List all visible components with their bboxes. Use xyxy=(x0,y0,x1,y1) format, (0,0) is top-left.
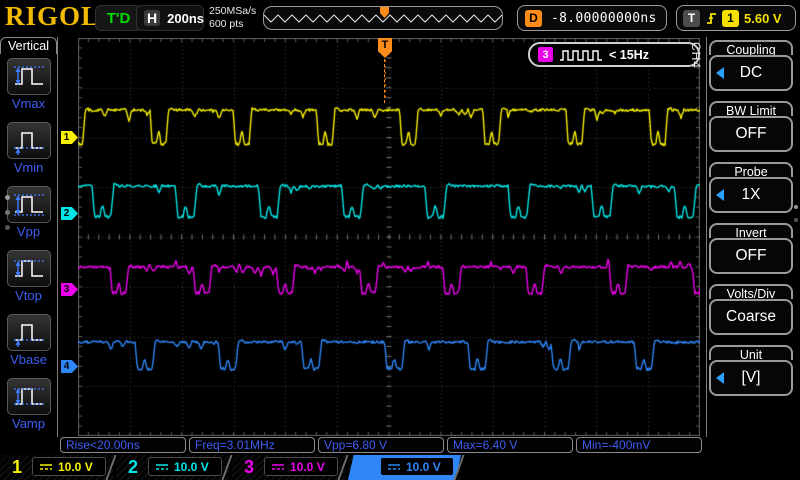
measurement-readout: Max=6.40 V xyxy=(447,437,573,453)
sidebar-divider xyxy=(57,37,58,437)
menu-item-invert[interactable]: Invert OFF xyxy=(709,223,793,274)
dc-coupling-icon xyxy=(271,463,285,471)
square-wave-icon xyxy=(559,49,603,61)
page-indicator-dot xyxy=(794,205,798,209)
menu-item-probe[interactable]: Probe 1X xyxy=(709,162,793,213)
memory-depth: 600 pts xyxy=(209,18,256,31)
vmax-icon xyxy=(12,62,46,92)
sidebar-item-vtop[interactable]: Vtop xyxy=(0,250,57,303)
timebase-value: 200ns xyxy=(167,11,204,26)
channel-menu: Coupling DC BW Limit OFF Probe 1X Invert… xyxy=(709,40,793,406)
left-arrow-icon xyxy=(716,372,724,384)
measurement-readout: Freq=3.01MHz xyxy=(189,437,315,453)
trigger-readout: T 1 5.60 V xyxy=(676,5,796,31)
menu-item-unit[interactable]: Unit [V] xyxy=(709,345,793,396)
graticule-canvas xyxy=(78,38,700,436)
trigger-level-value: 5.60 V xyxy=(744,11,782,26)
channel-tab-4[interactable]: 4 10.0 V xyxy=(348,455,461,480)
sidebar-item-vmax[interactable]: Vmax xyxy=(0,58,57,111)
channel-tab-1[interactable]: 1 10.0 V xyxy=(0,455,113,480)
channel-1-ground-marker[interactable]: 1 xyxy=(61,131,78,144)
measurement-readout: Min=-400mV xyxy=(576,437,702,453)
page-indicator-dot xyxy=(5,225,10,230)
trigger-source-badge: 1 xyxy=(722,10,739,27)
measurement-readout: Vpp=6.80 V xyxy=(318,437,444,453)
channel-tab-2[interactable]: 2 10.0 V xyxy=(116,455,229,480)
page-indicator-dot xyxy=(794,218,798,222)
channel-4-ground-marker[interactable]: 4 xyxy=(61,360,78,373)
trigger-label: T xyxy=(683,10,700,27)
trigger-position-line xyxy=(384,59,385,103)
vpp-icon xyxy=(12,190,46,220)
channel-tab-3[interactable]: 3 10.0 V xyxy=(232,455,345,480)
frequency-counter-badge: 3 < 15Hz xyxy=(528,42,700,67)
vertical-menu-title: Vertical xyxy=(0,37,57,54)
freq-channel-badge: 3 xyxy=(538,47,553,62)
sample-rate-readout: 250MSa/s 600 pts xyxy=(209,5,256,31)
menu-item-volts-div[interactable]: Volts/Div Coarse xyxy=(709,284,793,335)
dc-coupling-icon xyxy=(155,463,169,471)
vbase-icon xyxy=(12,318,46,348)
rigol-logo: RIGOL xyxy=(5,1,100,32)
sidebar-item-vmin[interactable]: Vmin xyxy=(0,122,57,175)
top-status-bar: RIGOL T'D H 200ns 250MSa/s 600 pts D -8.… xyxy=(0,0,800,36)
vtop-icon xyxy=(12,254,46,284)
page-indicator-dot xyxy=(5,210,10,215)
dc-coupling-icon xyxy=(39,463,53,471)
channel-3-ground-marker[interactable]: 3 xyxy=(61,283,78,296)
sidebar-item-vamp[interactable]: Vamp xyxy=(0,378,57,431)
sidebar-item-vbase[interactable]: Vbase xyxy=(0,314,57,367)
menu-divider xyxy=(706,37,707,437)
freq-value: < 15Hz xyxy=(609,48,649,62)
dc-coupling-icon xyxy=(387,463,401,471)
delay-readout: D -8.00000000ns xyxy=(517,5,667,31)
waveform-preview-bar xyxy=(263,6,503,30)
channel-status-bar: 1 10.0 V 2 10.0 V 3 10.0 V xyxy=(0,455,800,480)
delay-icon: D xyxy=(525,10,542,27)
channel-2-ground-marker[interactable]: 2 xyxy=(61,207,78,220)
page-indicator-dot xyxy=(5,195,10,200)
menu-item-coupling[interactable]: Coupling DC xyxy=(709,40,793,91)
oscilloscope-screen: RIGOL T'D H 200ns 250MSa/s 600 pts D -8.… xyxy=(0,0,800,480)
left-arrow-icon xyxy=(716,67,724,79)
timebase-readout: H 200ns xyxy=(136,5,204,31)
menu-item-bw-limit[interactable]: BW Limit OFF xyxy=(709,101,793,152)
menu-channel-label: CH4 xyxy=(689,42,703,69)
horizontal-label: H xyxy=(144,10,160,26)
delay-value: -8.00000000ns xyxy=(551,11,657,26)
vamp-icon xyxy=(12,382,46,412)
sample-rate: 250MSa/s xyxy=(209,5,256,18)
left-arrow-icon xyxy=(716,189,724,201)
measurement-readout: Rise<20.00ns xyxy=(60,437,186,453)
rising-edge-icon xyxy=(705,10,717,26)
trigger-status-badge: T'D xyxy=(95,5,142,31)
vmin-icon xyxy=(12,126,46,156)
